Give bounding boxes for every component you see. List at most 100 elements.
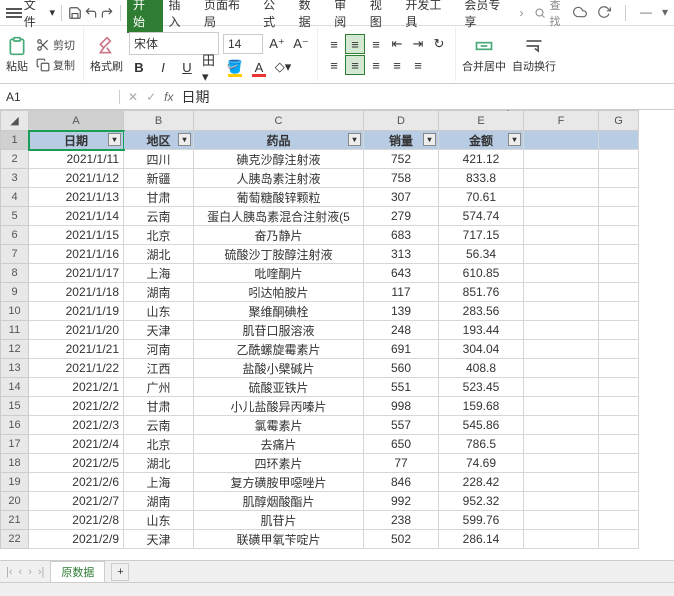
cell[interactable] <box>524 473 599 492</box>
first-sheet-icon[interactable]: |‹ <box>6 566 13 578</box>
cell[interactable]: 山东 <box>124 511 194 530</box>
cell[interactable]: 2021/2/5 <box>29 454 124 473</box>
cell[interactable] <box>524 530 599 549</box>
cell[interactable]: 557 <box>364 416 439 435</box>
cell[interactable] <box>599 245 639 264</box>
more-tabs[interactable]: › <box>520 6 524 20</box>
cell[interactable]: 833.8 <box>439 169 524 188</box>
cell[interactable]: 2021/1/22 <box>29 359 124 378</box>
cloud-icon[interactable] <box>573 5 587 21</box>
sheet-tab[interactable]: 原数据 <box>50 561 105 582</box>
merge-center-button[interactable]: 合并居中 <box>462 28 506 81</box>
cell[interactable]: 吲达帕胺片 <box>194 283 364 302</box>
cell[interactable]: 2021/1/19 <box>29 302 124 321</box>
cell[interactable]: 70.61 <box>439 188 524 207</box>
align-right-button[interactable]: ≡ <box>366 55 386 75</box>
cell[interactable]: 952.32 <box>439 492 524 511</box>
cell[interactable] <box>524 207 599 226</box>
cell[interactable]: 560 <box>364 359 439 378</box>
cell[interactable]: 283.56 <box>439 302 524 321</box>
cell[interactable]: 肌苷口服溶液 <box>194 321 364 340</box>
cell[interactable]: 氯霉素片 <box>194 416 364 435</box>
cell[interactable]: 葡萄糖酸锌颗粒 <box>194 188 364 207</box>
cell[interactable]: 2021/1/16 <box>29 245 124 264</box>
align-middle-button[interactable]: ≡ <box>345 34 365 54</box>
cell[interactable]: 天津 <box>124 530 194 549</box>
cell[interactable]: 广州 <box>124 378 194 397</box>
cell[interactable]: 湖南 <box>124 492 194 511</box>
cell[interactable]: 717.15 <box>439 226 524 245</box>
cell[interactable]: 998 <box>364 397 439 416</box>
cell[interactable]: 228.42 <box>439 473 524 492</box>
row-header[interactable]: 1 <box>1 131 29 150</box>
cell[interactable]: 甘肃 <box>124 397 194 416</box>
cell[interactable] <box>524 435 599 454</box>
refresh-icon[interactable] <box>597 5 611 21</box>
fill-color-button[interactable]: 🪣 <box>225 57 245 77</box>
cell[interactable]: 752 <box>364 150 439 169</box>
cell[interactable] <box>524 131 599 150</box>
row-header[interactable]: 19 <box>1 473 29 492</box>
cell[interactable]: 新疆 <box>124 169 194 188</box>
justify-button[interactable]: ≡ <box>387 55 407 75</box>
cell[interactable]: 蛋白人胰岛素混合注射液(5 <box>194 207 364 226</box>
header-cell[interactable]: 药品▾ <box>194 131 364 150</box>
cell[interactable]: 786.5 <box>439 435 524 454</box>
cell[interactable]: 联磺甲氧苄啶片 <box>194 530 364 549</box>
header-cell[interactable]: 日期▾ <box>29 131 124 150</box>
column-header-F[interactable]: F <box>524 111 599 131</box>
filter-icon[interactable]: ▾ <box>108 133 121 146</box>
cell[interactable]: 523.45 <box>439 378 524 397</box>
cell[interactable]: 159.68 <box>439 397 524 416</box>
column-header-E[interactable]: E <box>439 111 524 131</box>
row-header[interactable]: 18 <box>1 454 29 473</box>
cell[interactable]: 238 <box>364 511 439 530</box>
cell[interactable]: 193.44 <box>439 321 524 340</box>
cell[interactable]: 硫酸亚铁片 <box>194 378 364 397</box>
cell[interactable] <box>524 511 599 530</box>
cell[interactable]: 云南 <box>124 207 194 226</box>
cell[interactable] <box>524 226 599 245</box>
cell[interactable]: 545.86 <box>439 416 524 435</box>
orientation-button[interactable]: ↻ <box>429 34 449 54</box>
next-sheet-icon[interactable]: › <box>28 566 32 578</box>
cell[interactable] <box>599 454 639 473</box>
cell[interactable]: 574.74 <box>439 207 524 226</box>
cell[interactable] <box>599 416 639 435</box>
cell[interactable]: 四川 <box>124 150 194 169</box>
row-header[interactable]: 13 <box>1 359 29 378</box>
cell[interactable]: 2021/1/17 <box>29 264 124 283</box>
cell[interactable] <box>599 169 639 188</box>
cell[interactable]: 山东 <box>124 302 194 321</box>
cell[interactable] <box>599 226 639 245</box>
formula-bar[interactable]: 日期 <box>181 87 209 107</box>
cell[interactable]: 307 <box>364 188 439 207</box>
filter-icon[interactable]: ▾ <box>508 133 521 146</box>
cell[interactable]: 小儿盐酸异丙嗪片 <box>194 397 364 416</box>
cell[interactable]: 313 <box>364 245 439 264</box>
cell[interactable]: 江西 <box>124 359 194 378</box>
select-all-corner[interactable]: ◢ <box>1 111 29 131</box>
cell[interactable] <box>599 435 639 454</box>
row-header[interactable]: 11 <box>1 321 29 340</box>
cell[interactable] <box>524 264 599 283</box>
redo-icon[interactable] <box>100 6 114 20</box>
cell[interactable]: 2021/2/7 <box>29 492 124 511</box>
menu-icon[interactable] <box>6 8 22 18</box>
row-header[interactable]: 22 <box>1 530 29 549</box>
cell[interactable] <box>599 131 639 150</box>
add-sheet-button[interactable]: + <box>111 563 129 581</box>
minimize-icon[interactable]: — <box>640 5 652 21</box>
cell[interactable]: 湖北 <box>124 454 194 473</box>
header-cell[interactable]: 销量▾ <box>364 131 439 150</box>
row-header[interactable]: 20 <box>1 492 29 511</box>
row-header[interactable]: 10 <box>1 302 29 321</box>
filter-icon[interactable]: ▾ <box>348 133 361 146</box>
paste-button[interactable]: 粘贴 <box>6 28 28 81</box>
cell[interactable]: 758 <box>364 169 439 188</box>
cell[interactable] <box>524 283 599 302</box>
cell[interactable]: 聚维酮碘栓 <box>194 302 364 321</box>
cell[interactable]: 56.34 <box>439 245 524 264</box>
cell[interactable]: 2021/2/2 <box>29 397 124 416</box>
cell[interactable]: 四环素片 <box>194 454 364 473</box>
